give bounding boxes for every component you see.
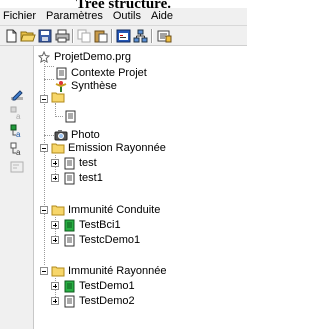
pencil-icon[interactable]: [10, 88, 24, 102]
tree-item-contexte[interactable]: Contexte Projet: [54, 66, 147, 80]
tree-folder-emission[interactable]: Emission Rayonnée: [51, 141, 166, 155]
print-icon[interactable]: [54, 28, 70, 44]
tree-folder-emission-label: Emission Rayonnée: [68, 142, 166, 154]
menu-aide[interactable]: Aide: [146, 9, 178, 24]
collapse-toggle[interactable]: [40, 95, 48, 103]
expand-toggle[interactable]: [51, 282, 59, 290]
folder-icon: [51, 141, 65, 155]
tree-folder-immunite-rayonnee-label: Immunité Rayonnée: [68, 265, 167, 277]
expand-toggle[interactable]: [51, 236, 59, 244]
expand-toggle[interactable]: [51, 159, 59, 167]
link-a-icon[interactable]: a: [10, 124, 24, 138]
expand-toggle[interactable]: [51, 221, 59, 229]
tree-item-testbci1-label: TestBci1: [79, 219, 121, 231]
menu-outils[interactable]: Outils: [108, 9, 146, 24]
tree-folder-unnamed[interactable]: [51, 90, 68, 104]
disabled-form-icon[interactable]: [10, 160, 24, 174]
collapse-toggle[interactable]: [40, 206, 48, 214]
tree-item-testbci1[interactable]: TestBci1: [62, 218, 121, 232]
disabled-a-icon[interactable]: a: [10, 106, 24, 120]
tree-item-testcdemo1-label: TestcDemo1: [79, 234, 141, 246]
project-icon: [37, 50, 51, 64]
tree-item-testdemo1[interactable]: TestDemo1: [62, 279, 135, 293]
tree-item-photo-label: Photo: [71, 129, 100, 141]
svg-text:a: a: [16, 148, 21, 156]
link-b-icon[interactable]: a: [10, 142, 24, 156]
folder-icon: [51, 90, 65, 104]
tree-item-test[interactable]: test: [62, 156, 97, 170]
menu-bar: Fichier Paramètres Outils Aide: [0, 8, 247, 25]
menu-fichier[interactable]: Fichier: [0, 9, 41, 24]
green-document-icon: [62, 279, 76, 293]
collapse-toggle[interactable]: [40, 267, 48, 275]
svg-text:a: a: [16, 112, 21, 120]
tree-root-label: ProjetDemo.prg: [54, 51, 132, 63]
properties-icon[interactable]: [115, 28, 131, 44]
camera-icon: [54, 128, 68, 142]
tree-item-test1-label: test1: [79, 172, 103, 184]
expand-toggle[interactable]: [51, 174, 59, 182]
tree-item-testdemo2-label: TestDemo2: [79, 295, 135, 307]
document-icon: [63, 109, 77, 123]
toolbar: [0, 25, 247, 46]
project-tree: ProjetDemo.prg Contexte Projet Synthèse …: [35, 46, 247, 329]
green-document-icon: [62, 218, 76, 232]
document-icon: [62, 233, 76, 247]
tree-item-synthese-label: Synthèse: [71, 80, 117, 92]
tree-item-unnamed-doc[interactable]: [63, 109, 80, 123]
tree-item-testdemo1-label: TestDemo1: [79, 280, 135, 292]
svg-text:a: a: [16, 130, 21, 138]
document-icon: [62, 171, 76, 185]
tree-item-photo[interactable]: Photo: [54, 128, 100, 142]
folder-icon: [51, 203, 65, 217]
tree-item-testcdemo1[interactable]: TestcDemo1: [62, 233, 140, 247]
left-sidebar: a a a: [0, 46, 34, 329]
collapse-toggle[interactable]: [40, 144, 48, 152]
copy-icon[interactable]: [76, 28, 92, 44]
document-icon: [54, 66, 68, 80]
save-icon[interactable]: [37, 28, 53, 44]
tree-item-testdemo2[interactable]: TestDemo2: [62, 294, 135, 308]
tree-folder-immunite-rayonnee[interactable]: Immunité Rayonnée: [51, 264, 166, 278]
tree-item-test-label: test: [79, 157, 97, 169]
expand-toggle[interactable]: [51, 297, 59, 305]
network-icon[interactable]: [132, 28, 148, 44]
tree-item-contexte-label: Contexte Projet: [71, 67, 147, 79]
open-folder-icon[interactable]: [20, 28, 36, 44]
paste-icon[interactable]: [93, 28, 109, 44]
menu-parametres[interactable]: Paramètres: [41, 9, 108, 24]
settings-icon[interactable]: [156, 28, 172, 44]
new-file-icon[interactable]: [3, 28, 19, 44]
document-icon: [62, 294, 76, 308]
tree-root[interactable]: ProjetDemo.prg: [37, 50, 131, 64]
document-icon: [62, 156, 76, 170]
tree-folder-immunite-conduite-label: Immunité Conduite: [68, 204, 161, 216]
tree-item-test1[interactable]: test1: [62, 171, 103, 185]
folder-icon: [51, 264, 65, 278]
tree-folder-immunite-conduite[interactable]: Immunité Conduite: [51, 203, 160, 217]
